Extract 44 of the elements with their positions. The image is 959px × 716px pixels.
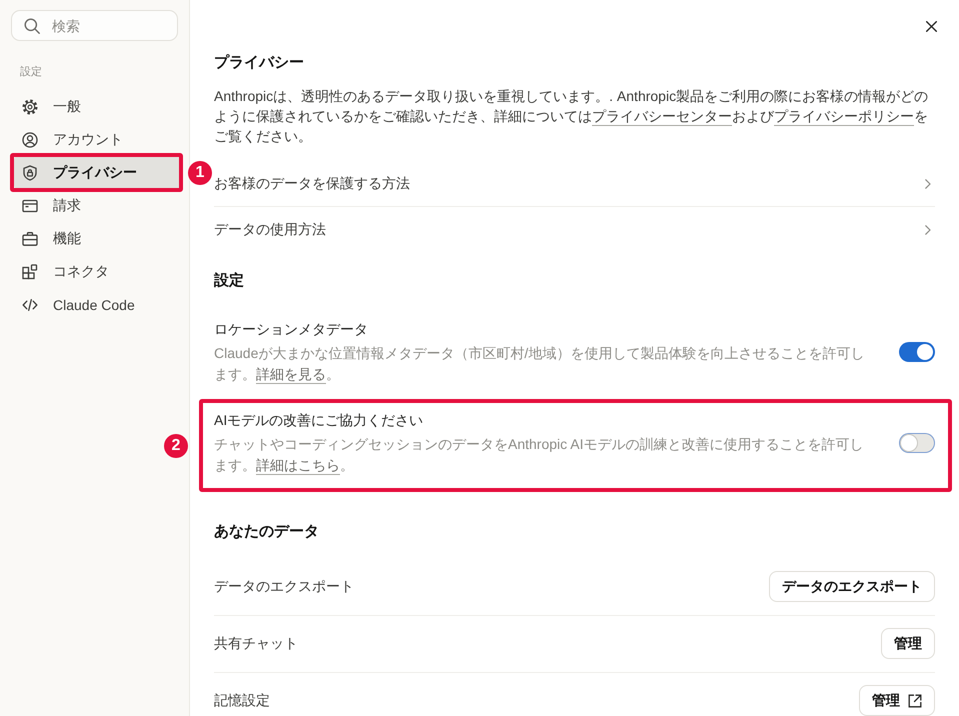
briefcase-icon xyxy=(22,230,38,246)
action-button[interactable]: データのエクスポート xyxy=(769,571,935,602)
external-link-icon xyxy=(908,694,922,708)
sidebar-item[interactable]: 機能 xyxy=(14,222,180,255)
nav-row[interactable]: お客様のデータを保護する方法 xyxy=(214,161,935,206)
user-circle-icon xyxy=(22,132,38,148)
text-link[interactable]: プライバシーポリシー xyxy=(774,108,914,124)
search-icon xyxy=(24,18,40,34)
section-heading: あなたのデータ xyxy=(214,522,320,542)
action-button[interactable]: 管理 xyxy=(881,628,935,659)
blocks-icon xyxy=(22,264,38,280)
code-icon xyxy=(22,296,38,312)
sidebar-item[interactable]: プライバシー xyxy=(14,156,180,189)
close-icon xyxy=(926,20,936,32)
details-link[interactable]: 詳細を見る xyxy=(256,366,326,382)
sidebar-item[interactable]: 請求 xyxy=(14,189,180,222)
shield-lock-icon xyxy=(22,164,38,180)
row-label: 共有チャット xyxy=(214,634,298,652)
sidebar-item[interactable]: アカウント xyxy=(14,123,180,156)
search-field[interactable]: 検索 xyxy=(11,10,178,41)
chevron-right-icon xyxy=(925,178,931,188)
setting-title: AIモデルの改善にご協力ください xyxy=(214,411,424,430)
setting-description: チャットやコーディングセッションのデータをAnthropic AIモデルの訓練と改善に使用することを許可します。詳細はこちら。 xyxy=(214,435,864,475)
setting-title: ロケーションメタデータ xyxy=(214,320,369,339)
sidebar-item[interactable]: 一般 xyxy=(14,90,180,123)
section-heading: 設定 xyxy=(214,271,245,291)
toggle-switch[interactable] xyxy=(899,342,935,362)
details-link[interactable]: 詳細はこちら xyxy=(256,457,340,473)
intro-paragraph: Anthropicは、透明性のあるデータ取り扱いを重視しています。. Anthropic製品をご利用の際にお客様の情報がどのように保護されているかをご確認いただき、詳細についてはプライバシーセンターおよびプライバシーポリシーをご覧ください。 xyxy=(214,87,930,146)
nav-row[interactable]: データの使用方法 xyxy=(214,206,935,252)
section-heading: プライバシー xyxy=(214,53,305,73)
step-badge: 1 xyxy=(188,160,212,184)
row-label: データのエクスポート xyxy=(214,578,354,596)
sidebar-item[interactable]: Claude Code xyxy=(14,288,180,321)
setting-description: Claudeが大まかな位置情報メタデータ（市区町村/地域）を使用して製品体験を向上させることを許可します。詳細を見る。 xyxy=(214,344,866,384)
row-label: 記憶設定 xyxy=(214,692,270,710)
section-label: 設定 xyxy=(20,64,43,80)
gear-icon xyxy=(22,98,38,114)
sidebar-item[interactable]: コネクタ xyxy=(14,255,180,288)
action-button[interactable]: 管理 xyxy=(859,685,935,716)
text-link[interactable]: プライバシーセンター xyxy=(592,108,732,124)
toggle-switch[interactable] xyxy=(899,432,935,452)
chevron-right-icon xyxy=(925,224,931,234)
card-icon xyxy=(22,198,38,214)
